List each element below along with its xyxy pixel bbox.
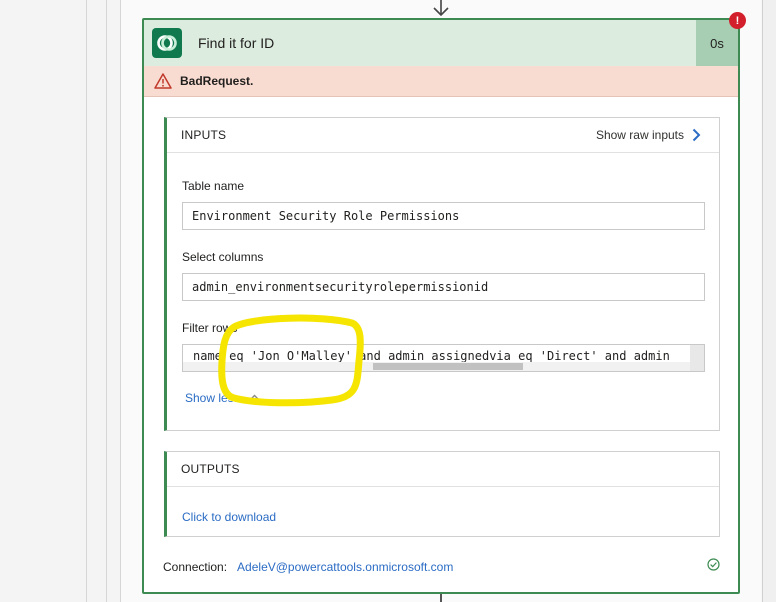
action-card[interactable]: Find it for ID 0s BadRequest. INPUTS Sho… [142,18,740,594]
error-banner: BadRequest. [144,66,738,97]
horizontal-scrollbar[interactable] [183,362,691,371]
show-raw-inputs-label: Show raw inputs [595,128,684,142]
table-name-field: Environment Security Role Permissions [182,202,705,230]
show-less-label: Show less [185,391,240,405]
flow-connector [440,594,442,602]
show-raw-inputs-link[interactable]: Show raw inputs [596,128,701,142]
outputs-heading: OUTPUTS [167,452,719,487]
connection-row: Connection: AdeleV@powercattools.onmicros… [163,560,453,574]
outputs-section: OUTPUTS Click to download [164,451,720,537]
filter-rows-value: name eq 'Jon O'Malley' and admin_assigne… [193,349,670,363]
table-name-label: Table name [182,179,245,193]
left-panel [0,0,120,602]
select-columns-field: admin_environmentsecurityrolepermissioni… [182,273,705,301]
error-badge: ! [729,12,746,29]
error-message: BadRequest. [180,74,254,88]
chevron-up-icon [248,394,261,402]
dataverse-logo-icon [152,28,182,58]
connection-account-link[interactable]: AdeleV@powercattools.onmicrosoft.com [237,560,453,574]
check-circle-icon [707,558,720,571]
connection-label: Connection: [163,560,228,574]
chevron-right-icon [692,128,701,142]
select-columns-label: Select columns [182,250,264,264]
warning-icon [154,73,172,89]
action-title: Find it for ID [198,35,275,51]
scrollbar-thumb[interactable] [373,363,523,370]
action-header[interactable]: Find it for ID 0s [144,20,738,66]
panel-divider [106,0,107,602]
show-less-link[interactable]: Show less [185,391,261,405]
click-to-download-link[interactable]: Click to download [182,510,276,524]
panel-divider [86,0,87,602]
filter-rows-field[interactable]: name eq 'Jon O'Malley' and admin_assigne… [182,344,705,372]
field-scrollbar[interactable] [690,345,704,371]
filter-rows-label: Filter rows [182,321,238,335]
vertical-scrollbar[interactable] [762,0,776,602]
arrow-down-icon [433,0,449,17]
inputs-section: INPUTS Show raw inputs Table name Enviro… [164,117,720,431]
